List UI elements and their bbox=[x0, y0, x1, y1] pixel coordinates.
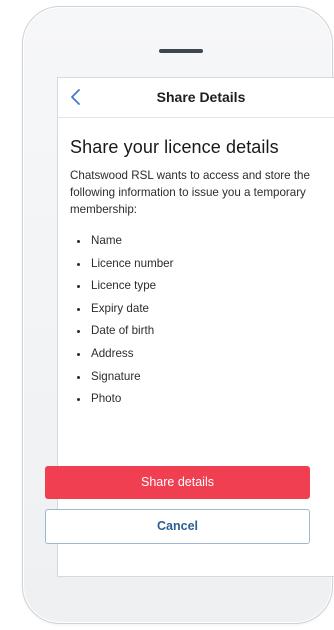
content-area: Share your licence details Chatswood RSL… bbox=[58, 137, 334, 411]
nav-title: Share Details bbox=[156, 89, 246, 105]
bullet-icon bbox=[77, 375, 80, 379]
bullet-icon bbox=[77, 330, 80, 334]
cancel-button[interactable]: Cancel bbox=[45, 509, 310, 544]
bullet-icon bbox=[77, 262, 80, 266]
list-item-label: Name bbox=[91, 234, 122, 247]
share-details-button[interactable]: Share details bbox=[45, 466, 310, 499]
list-item-label: Date of birth bbox=[91, 324, 155, 338]
bullet-icon bbox=[77, 240, 80, 243]
list-item: Date of birth bbox=[70, 320, 332, 343]
list-item: Licence type bbox=[70, 275, 332, 298]
bullet-icon bbox=[77, 352, 80, 356]
list-item: Licence number bbox=[70, 253, 332, 276]
list-item: Address bbox=[70, 343, 332, 366]
list-item-label: Photo bbox=[91, 392, 122, 406]
list-item-label: Signature bbox=[91, 369, 141, 383]
list-item: Photo bbox=[70, 388, 332, 411]
phone-screen: Share Details Share your licence details… bbox=[57, 77, 334, 577]
list-item: Expiry date bbox=[70, 298, 332, 321]
list-item-label: Licence number bbox=[91, 256, 174, 270]
bullet-icon bbox=[77, 307, 80, 311]
list-item: Signature bbox=[70, 366, 332, 389]
page-heading: Share your licence details bbox=[70, 137, 279, 157]
nav-bar: Share Details bbox=[58, 78, 334, 118]
list-item-label: Licence type bbox=[91, 279, 157, 293]
phone-frame: Share Details Share your licence details… bbox=[22, 6, 334, 624]
list-item-label: Address bbox=[91, 346, 134, 360]
list-item-label: Expiry date bbox=[91, 301, 149, 315]
intro-text: Chatswood RSL wants to access and store … bbox=[70, 169, 310, 216]
phone-speaker bbox=[159, 49, 203, 53]
bullet-icon bbox=[77, 285, 80, 289]
bullet-icon bbox=[77, 398, 80, 402]
list-item: Name bbox=[70, 230, 332, 253]
info-list: Name Licence number Licence type Expiry … bbox=[70, 230, 332, 411]
